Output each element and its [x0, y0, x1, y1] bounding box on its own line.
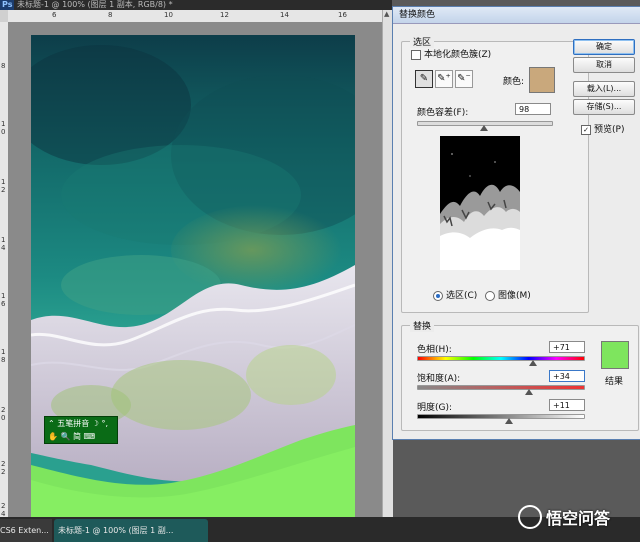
fuzziness-slider-thumb[interactable] — [479, 125, 488, 131]
ime-row-mode[interactable]: ⌃ 五笔拼音 ☽ °, — [45, 417, 117, 430]
fuzziness-input[interactable]: 98 — [515, 103, 551, 115]
image-radio-label: 图像(M) — [498, 291, 531, 301]
fuzziness-slider[interactable] — [417, 121, 553, 131]
lightness-slider[interactable] — [417, 414, 585, 424]
lightness-input[interactable]: +11 — [549, 399, 585, 411]
eyedropper-minus-tool[interactable]: ✎⁻ — [455, 70, 473, 88]
localized-clusters-checkbox[interactable] — [411, 49, 421, 60]
ruler-origin[interactable] — [0, 10, 8, 22]
color-label: 颜色: — [503, 77, 525, 87]
ruler-tick: 6 — [52, 11, 57, 19]
ok-button[interactable]: 确定 — [573, 39, 635, 55]
ruler-tick: 10 — [164, 11, 173, 19]
selection-color-swatch[interactable] — [529, 67, 555, 93]
watermark: 悟空问答 — [518, 505, 610, 529]
eyedropper-plus-tool[interactable]: ✎⁺ — [435, 70, 453, 88]
ruler-tick: 16 — [338, 11, 347, 19]
image-radio-option[interactable]: 图像(M) — [485, 288, 531, 301]
saturation-slider[interactable] — [417, 385, 585, 395]
ruler-tick: 1 8 — [1, 348, 6, 364]
lightness-label: 明度(G): — [417, 403, 453, 413]
watermark-text: 悟空问答 — [546, 509, 611, 528]
saturation-slider-thumb[interactable] — [525, 389, 534, 395]
taskbar-item-photoshop[interactable]: CS6 Exten... — [0, 519, 52, 542]
scroll-up-icon[interactable]: ▲ — [384, 10, 389, 18]
ruler-tick: 1 0 — [1, 120, 6, 136]
ruler-tick: 2 4 — [1, 502, 6, 518]
eyedropper-icon: ✎ — [419, 73, 429, 84]
eyedropper-plus-icon: ✎⁺ — [437, 73, 451, 84]
ruler-tick: 8 — [108, 11, 113, 19]
hue-label: 色相(H): — [417, 345, 452, 355]
document-title: 未标题-1 @ 100% (图层 1 副本, RGB/8) * — [17, 0, 173, 9]
localized-clusters-label: 本地化颜色簇(Z) — [424, 50, 492, 60]
load-button[interactable]: 载入(L)... — [573, 81, 635, 97]
eyedropper-minus-icon: ✎⁻ — [457, 73, 471, 84]
ruler-tick: 8 — [1, 62, 6, 70]
ruler-tick: 1 6 — [1, 292, 6, 308]
ruler-tick: 12 — [220, 11, 229, 19]
preview-checkbox[interactable]: ✓ — [581, 124, 591, 135]
ruler-tick: 2 2 — [1, 460, 6, 476]
ruler-tick: 1 2 — [1, 178, 6, 194]
lightness-slider-thumb[interactable] — [505, 418, 514, 424]
selection-radio-option[interactable]: 选区(C) — [433, 288, 477, 301]
hue-slider-thumb[interactable] — [528, 360, 537, 366]
replacement-group-label: 替换 — [410, 319, 435, 332]
selection-radio[interactable] — [433, 290, 443, 301]
canvas-image[interactable] — [31, 35, 355, 517]
eyedropper-tool[interactable]: ✎ — [415, 70, 433, 88]
dialog-title: 替换颜色 — [393, 7, 640, 24]
localized-clusters-option[interactable]: 本地化颜色簇(Z) — [411, 47, 491, 60]
wukong-logo-icon — [518, 505, 542, 529]
result-color-swatch[interactable] — [601, 341, 629, 369]
hue-input[interactable]: +71 — [549, 341, 585, 353]
saturation-input[interactable]: +34 — [549, 370, 585, 382]
fuzziness-label: 颜色容差(F): — [417, 108, 469, 118]
ruler-tick: 14 — [280, 11, 289, 19]
selection-radio-label: 选区(C) — [446, 291, 478, 301]
preview-label: 预览(P) — [594, 125, 625, 135]
ruler-tick: 2 0 — [1, 406, 6, 422]
taskbar-item-document[interactable]: 未标题-1 @ 100% (图层 1 副... — [54, 519, 208, 542]
photoshop-logo-icon: Ps — [0, 0, 15, 10]
ime-row-tools[interactable]: ✋ 🔍 简 ⌨ — [45, 430, 117, 443]
saturation-label: 饱和度(A): — [417, 374, 461, 384]
hue-slider[interactable] — [417, 356, 585, 366]
result-label: 结果 — [605, 377, 624, 387]
ruler-tick: 1 4 — [1, 236, 6, 252]
cancel-button[interactable]: 取消 — [573, 57, 635, 73]
image-radio[interactable] — [485, 290, 495, 301]
document-title-bar: Ps 未标题-1 @ 100% (图层 1 副本, RGB/8) * — [0, 0, 392, 10]
selection-preview-image[interactable] — [440, 136, 520, 270]
ime-toolbar[interactable]: ⌃ 五笔拼音 ☽ °, ✋ 🔍 简 ⌨ — [44, 416, 118, 444]
save-button[interactable]: 存储(S)... — [573, 99, 635, 115]
preview-option[interactable]: ✓ 预览(P) — [581, 122, 624, 135]
